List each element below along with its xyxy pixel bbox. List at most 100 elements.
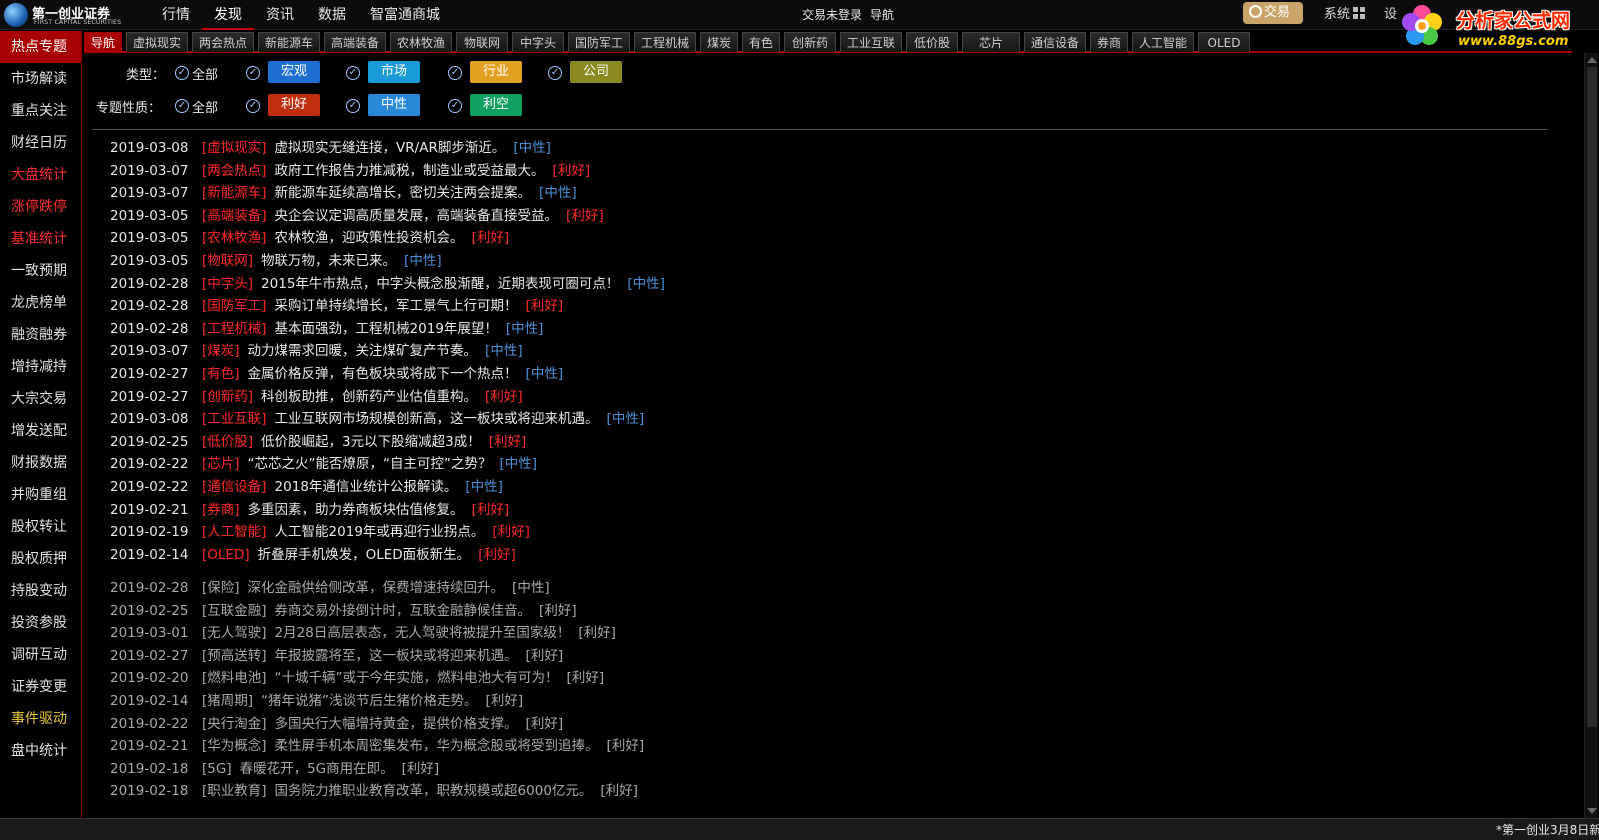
nav-link[interactable]: 导航 (870, 0, 894, 30)
sidebar-item-shareholding[interactable]: 持股变动 (0, 575, 81, 607)
news-category[interactable]: [无人驾驶] (202, 625, 267, 641)
sidebar-item-margin[interactable]: 融资融券 (0, 319, 81, 351)
news-category[interactable]: [互联金融] (202, 603, 267, 619)
news-ticker[interactable]: *第一创业3月8日新 (1496, 819, 1599, 840)
sidebar-item-market-stats[interactable]: 大盘统计 (0, 159, 81, 191)
bearish-checkbox[interactable]: ✓ (448, 99, 462, 113)
sidebar-item-block-trade[interactable]: 大宗交易 (0, 383, 81, 415)
market-checkbox[interactable]: ✓ (346, 66, 360, 80)
sidebar-item-investment[interactable]: 投资参股 (0, 607, 81, 639)
news-category[interactable]: [燃料电池] (202, 670, 267, 686)
sidebar-item-finance-calendar[interactable]: 财经日历 (0, 127, 81, 159)
news-row[interactable]: 2019-03-01 [无人驾驶] 2月28日高层表态，无人驾驶将被提升至国家级！ [… (110, 622, 616, 644)
news-category[interactable]: [煤炭] (202, 343, 240, 359)
scroll-thumb[interactable] (1587, 67, 1597, 727)
scrollbar[interactable] (1584, 53, 1598, 818)
industry-checkbox[interactable]: ✓ (448, 66, 462, 80)
news-category[interactable]: [保险] (202, 580, 240, 596)
news-category[interactable]: [国防军工] (202, 298, 267, 314)
news-row[interactable]: 2019-03-08 [工业互联] 工业互联网市场规模创新高，这一板块或将迎来机遇。… (110, 408, 644, 430)
sidebar-item-dragon-tiger[interactable]: 龙虎榜单 (0, 287, 81, 319)
tab-chips[interactable]: 芯片 (962, 32, 1020, 52)
pill-industry[interactable]: 行业 (470, 61, 522, 83)
system-menu[interactable]: 系统 (1324, 0, 1366, 30)
sidebar-item-limit-up-down[interactable]: 涨停跌停 (0, 191, 81, 223)
topnav-mall[interactable]: 智富通商城 (358, 0, 452, 30)
tab-industrial-internet[interactable]: 工业互联 (840, 32, 902, 52)
news-row[interactable]: 2019-02-25 [低价股] 低价股崛起，3元以下股缩减超3成！ [利好] (110, 431, 526, 453)
news-row[interactable]: 2019-02-21 [华为概念] 柔性屏手机本周密集发布，华为概念股或将受到追捧。… (110, 735, 644, 757)
news-category[interactable]: [华为概念] (202, 738, 267, 754)
news-row[interactable]: 2019-02-28 [工程机械] 基本面强劲，工程机械2019年展望！ [中性] (110, 318, 543, 340)
news-category[interactable]: [虚拟现实] (202, 140, 267, 156)
news-row[interactable]: 2019-02-27 [创新药] 科创板助推，创新药产业估值重构。 [利好] (110, 386, 523, 408)
pill-bullish[interactable]: 利好 (268, 94, 320, 116)
sidebar-item-financials[interactable]: 财报数据 (0, 447, 81, 479)
tab-nonferrous[interactable]: 有色 (742, 32, 780, 52)
news-category[interactable]: [OLED] (202, 547, 250, 563)
sidebar-item-mna[interactable]: 并购重组 (0, 479, 81, 511)
news-row[interactable]: 2019-02-22 [芯片] “芯芯之火”能否燎原，“自主可控”之势？ [中性] (110, 453, 537, 475)
news-row[interactable]: 2019-03-07 [两会热点] 政府工作报告力推减税，制造业或受益最大。 [利好] (110, 160, 590, 182)
news-row[interactable]: 2019-02-19 [人工智能] 人工智能2019年或再迎行业拐点。 [利好] (110, 521, 530, 543)
tab-innovative-drugs[interactable]: 创新药 (784, 32, 836, 52)
topnav-news[interactable]: 资讯 (254, 0, 306, 30)
sidebar-item-research[interactable]: 调研互动 (0, 639, 81, 671)
pill-market[interactable]: 市场 (368, 61, 420, 83)
news-category[interactable]: [芯片] (202, 456, 240, 472)
neutral-checkbox[interactable]: ✓ (346, 99, 360, 113)
news-row[interactable]: 2019-02-28 [中字头] 2015年牛市热点，中字头概念股渐醒，近期表现可圈… (110, 273, 665, 295)
sidebar-item-event-driven[interactable]: 事件驱动 (0, 703, 81, 735)
news-category[interactable]: [5G] (202, 761, 232, 777)
news-category[interactable]: [工业互联] (202, 411, 267, 427)
news-row[interactable]: 2019-02-21 [券商] 多重因素，助力券商板块估值修复。 [利好] (110, 499, 509, 521)
news-row[interactable]: 2019-02-18 [职业教育] 国务院力推职业教育改革，职教规模或超6000亿元… (110, 780, 638, 802)
company-checkbox[interactable]: ✓ (548, 66, 562, 80)
sidebar-item-security-change[interactable]: 证券变更 (0, 671, 81, 703)
news-category[interactable]: [中字头] (202, 276, 253, 292)
news-category[interactable]: [创新药] (202, 389, 253, 405)
sidebar-item-consensus[interactable]: 一致预期 (0, 255, 81, 287)
sidebar-item-holdings-change[interactable]: 增持减持 (0, 351, 81, 383)
news-row[interactable]: 2019-02-14 [OLED] 折叠屏手机焕发，OLED面板新生。 [利好] (110, 544, 516, 566)
sidebar-item-benchmark-stats[interactable]: 基准统计 (0, 223, 81, 255)
tab-oled[interactable]: OLED (1198, 32, 1250, 52)
settings-menu[interactable]: 设 (1384, 0, 1397, 30)
pill-company[interactable]: 公司 (570, 61, 622, 83)
news-row[interactable]: 2019-02-22 [通信设备] 2018年通信业统计公报解读。 [中性] (110, 476, 503, 498)
news-category[interactable]: [工程机械] (202, 321, 267, 337)
tab-defense[interactable]: 国防军工 (568, 32, 630, 52)
pill-macro[interactable]: 宏观 (268, 61, 320, 83)
sidebar-item-equity-transfer[interactable]: 股权转让 (0, 511, 81, 543)
news-row[interactable]: 2019-02-27 [有色] 金属价格反弹，有色板块或将成下一个热点！ [中性] (110, 363, 563, 385)
news-category[interactable]: [职业教育] (202, 783, 267, 799)
news-category[interactable]: [新能源车] (202, 185, 267, 201)
type-all-checkbox[interactable]: ✓ (175, 66, 189, 80)
news-category[interactable]: [猪周期] (202, 693, 253, 709)
login-status[interactable]: 交易未登录 (802, 0, 862, 30)
news-category[interactable]: [预高送转] (202, 648, 267, 664)
tab-ai[interactable]: 人工智能 (1132, 32, 1194, 52)
tab-telecom[interactable]: 通信设备 (1024, 32, 1086, 52)
news-category[interactable]: [低价股] (202, 434, 253, 450)
sidebar-item-issuance[interactable]: 增发送配 (0, 415, 81, 447)
news-row[interactable]: 2019-02-20 [燃料电池] “十城千辆”或于今年实施，燃料电池大有可为！ [利… (110, 667, 604, 689)
news-category[interactable]: [高端装备] (202, 208, 267, 224)
tab-low-price-stocks[interactable]: 低价股 (906, 32, 958, 52)
macro-checkbox[interactable]: ✓ (246, 66, 260, 80)
topnav-discover[interactable]: 发现 (202, 0, 254, 30)
tab-two-sessions[interactable]: 两会热点 (192, 32, 254, 52)
news-row[interactable]: 2019-02-25 [互联金融] 券商交易外接倒计时，互联金融静候佳音。 [利好] (110, 600, 577, 622)
news-row[interactable]: 2019-02-14 [猪周期] “猪年说猪”浅谈节后生猪价格走势。 [利好] (110, 690, 523, 712)
news-row[interactable]: 2019-03-07 [煤炭] 动力煤需求回暖，关注煤矿复产节奏。 [中性] (110, 340, 523, 362)
news-category[interactable]: [农林牧渔] (202, 230, 267, 246)
sidebar-item-intraday-stats[interactable]: 盘中统计 (0, 735, 81, 767)
news-category[interactable]: [两会热点] (202, 163, 267, 179)
tab-central-soe[interactable]: 中字头 (512, 32, 564, 52)
news-category[interactable]: [有色] (202, 366, 240, 382)
scroll-up-icon[interactable] (1587, 57, 1597, 63)
nature-all-checkbox[interactable]: ✓ (175, 99, 189, 113)
news-row[interactable]: 2019-02-27 [预高送转] 年报披露将至，这一板块或将迎来机遇。 [利好] (110, 645, 563, 667)
scroll-down-icon[interactable] (1587, 808, 1597, 814)
tab-brokers[interactable]: 券商 (1090, 32, 1128, 52)
